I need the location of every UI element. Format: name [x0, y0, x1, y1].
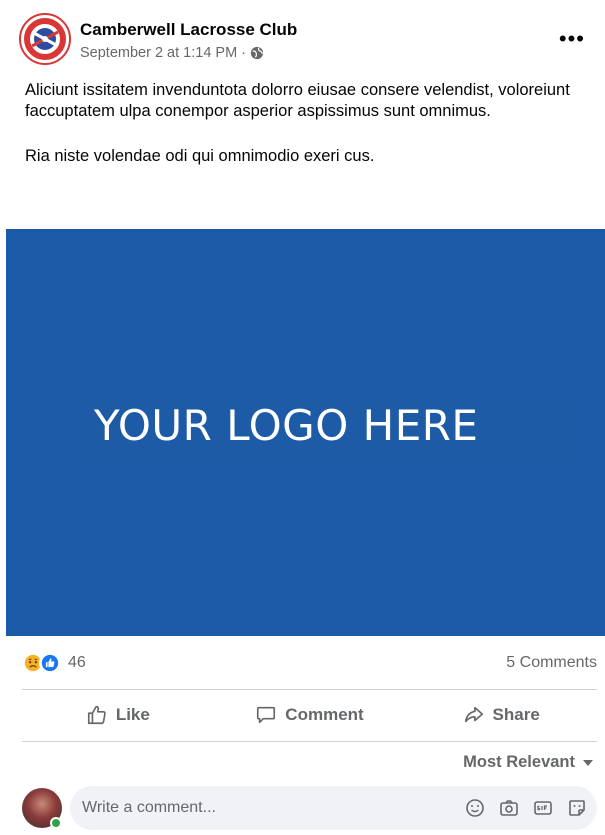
comment-sort-dropdown[interactable]: Most Relevant [463, 753, 593, 772]
divider [22, 689, 597, 690]
more-options-button[interactable]: ••• [559, 26, 585, 52]
logo-placeholder: YOUR LOGO HERE [72, 387, 575, 473]
thumbs-up-icon [87, 705, 106, 725]
share-icon [464, 706, 483, 723]
post-stats: 46 5 Comments [22, 650, 597, 676]
reaction-summary[interactable]: 46 [22, 652, 86, 674]
post-author-name[interactable]: Camberwell Lacrosse Club [80, 20, 297, 40]
sticker-icon[interactable] [567, 798, 587, 818]
share-label: Share [492, 705, 540, 724]
gif-icon[interactable] [533, 798, 553, 818]
comment-input[interactable] [82, 786, 442, 830]
post-paragraph: Aliciunt issitatem invenduntota dolorro … [25, 81, 570, 120]
reaction-count: 46 [68, 654, 86, 671]
post-meta: September 2 at 1:14 PM · [80, 45, 264, 61]
camera-icon[interactable] [499, 798, 519, 818]
sort-label: Most Relevant [463, 753, 575, 771]
comment-box [70, 786, 597, 830]
divider [22, 741, 597, 742]
post-header: Camberwell Lacrosse Club September 2 at … [18, 10, 593, 66]
like-reaction-icon [39, 652, 61, 674]
post-actions: Like Comment Share [22, 694, 597, 736]
post-text: Aliciunt issitatem invenduntota dolorro … [25, 80, 590, 167]
like-button[interactable]: Like [22, 694, 214, 736]
caret-down-icon [583, 759, 593, 766]
online-status-dot [50, 817, 62, 829]
comment-tools [465, 798, 587, 818]
comment-composer [22, 786, 597, 830]
comment-count-link[interactable]: 5 Comments [506, 654, 597, 672]
club-logo-avatar[interactable] [18, 12, 72, 66]
post-paragraph: Ria niste volendae odi qui omnimodio exe… [25, 147, 375, 165]
comment-icon [257, 706, 276, 724]
comment-label: Comment [285, 705, 364, 724]
share-button[interactable]: Share [405, 694, 597, 736]
emoji-icon[interactable] [465, 798, 485, 818]
like-label: Like [115, 705, 150, 724]
meta-separator: · [241, 45, 247, 61]
post-media-image[interactable]: YOUR LOGO HERE [6, 229, 605, 636]
post-timestamp[interactable]: September 2 at 1:14 PM [80, 45, 237, 61]
logo-placeholder-text: YOUR LOGO HERE [94, 401, 479, 450]
comment-button[interactable]: Comment [214, 694, 406, 736]
globe-icon [250, 46, 264, 60]
